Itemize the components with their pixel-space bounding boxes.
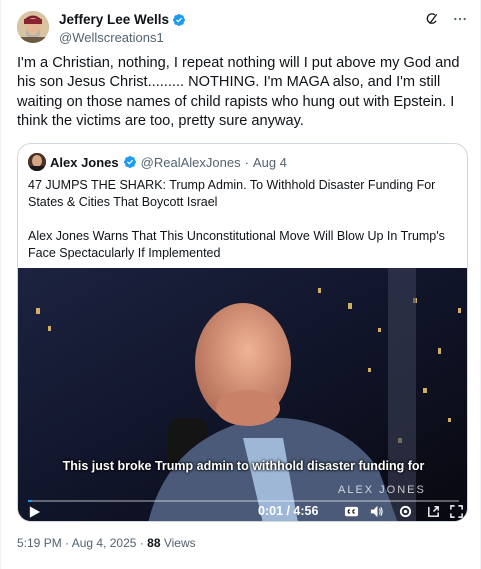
tweet-time[interactable]: 5:19 PM — [17, 536, 62, 550]
popout-icon[interactable] — [426, 504, 441, 519]
video-caption: This just broke Trump admin to withhold … — [62, 459, 425, 473]
meta-separator: · — [139, 536, 144, 550]
quoted-tweet[interactable]: Alex Jones @RealAlexJones · Aug 4 47 JUM… — [17, 143, 468, 522]
tweet-meta: 5:19 PM · Aug 4, 2025 · 88 Views — [17, 536, 196, 550]
quote-author-name[interactable]: Alex Jones — [50, 155, 119, 170]
quote-paragraph-1: 47 JUMPS THE SHARK: Trump Admin. To With… — [28, 178, 436, 209]
volume-icon[interactable] — [369, 504, 384, 519]
quote-author-avatar[interactable] — [28, 153, 46, 171]
views-count: 88 — [147, 536, 161, 550]
video-time: 0:01 / 4:56 — [258, 504, 319, 518]
fullscreen-icon[interactable] — [449, 504, 464, 519]
tweet-card[interactable]: Jeffery Lee Wells @Wellscreations1 I'm a… — [0, 0, 481, 569]
quote-date[interactable]: Aug 4 — [253, 155, 287, 170]
views-label: Views — [163, 536, 196, 550]
author-display-name[interactable]: Jeffery Lee Wells — [59, 12, 169, 27]
quote-author-handle[interactable]: @RealAlexJones — [141, 155, 241, 170]
grok-icon[interactable] — [425, 12, 439, 26]
author-avatar[interactable] — [17, 11, 49, 43]
captions-icon[interactable] — [344, 504, 359, 519]
video-controls: 0:01 / 4:56 — [18, 501, 467, 521]
tweet-date[interactable]: Aug 4, 2025 — [72, 536, 137, 550]
more-icon[interactable] — [453, 12, 467, 26]
quote-separator: · — [244, 154, 249, 170]
verified-badge-icon — [123, 156, 136, 168]
author-handle[interactable]: @Wellscreations1 — [59, 30, 186, 45]
play-icon[interactable] — [28, 505, 41, 519]
meta-separator: · — [65, 536, 70, 550]
quote-text: 47 JUMPS THE SHARK: Trump Admin. To With… — [28, 177, 458, 262]
video-player[interactable]: This just broke Trump admin to withhold … — [18, 268, 467, 521]
verified-badge-icon — [173, 13, 186, 26]
tweet-text: I'm a Christian, nothing, I repeat nothi… — [17, 55, 460, 130]
video-watermark: ALEX JONES — [338, 484, 426, 496]
settings-icon[interactable] — [398, 504, 413, 519]
quote-paragraph-2: Alex Jones Warns That This Unconstitutio… — [28, 229, 445, 260]
tweet-header: Jeffery Lee Wells @Wellscreations1 — [17, 10, 469, 46]
